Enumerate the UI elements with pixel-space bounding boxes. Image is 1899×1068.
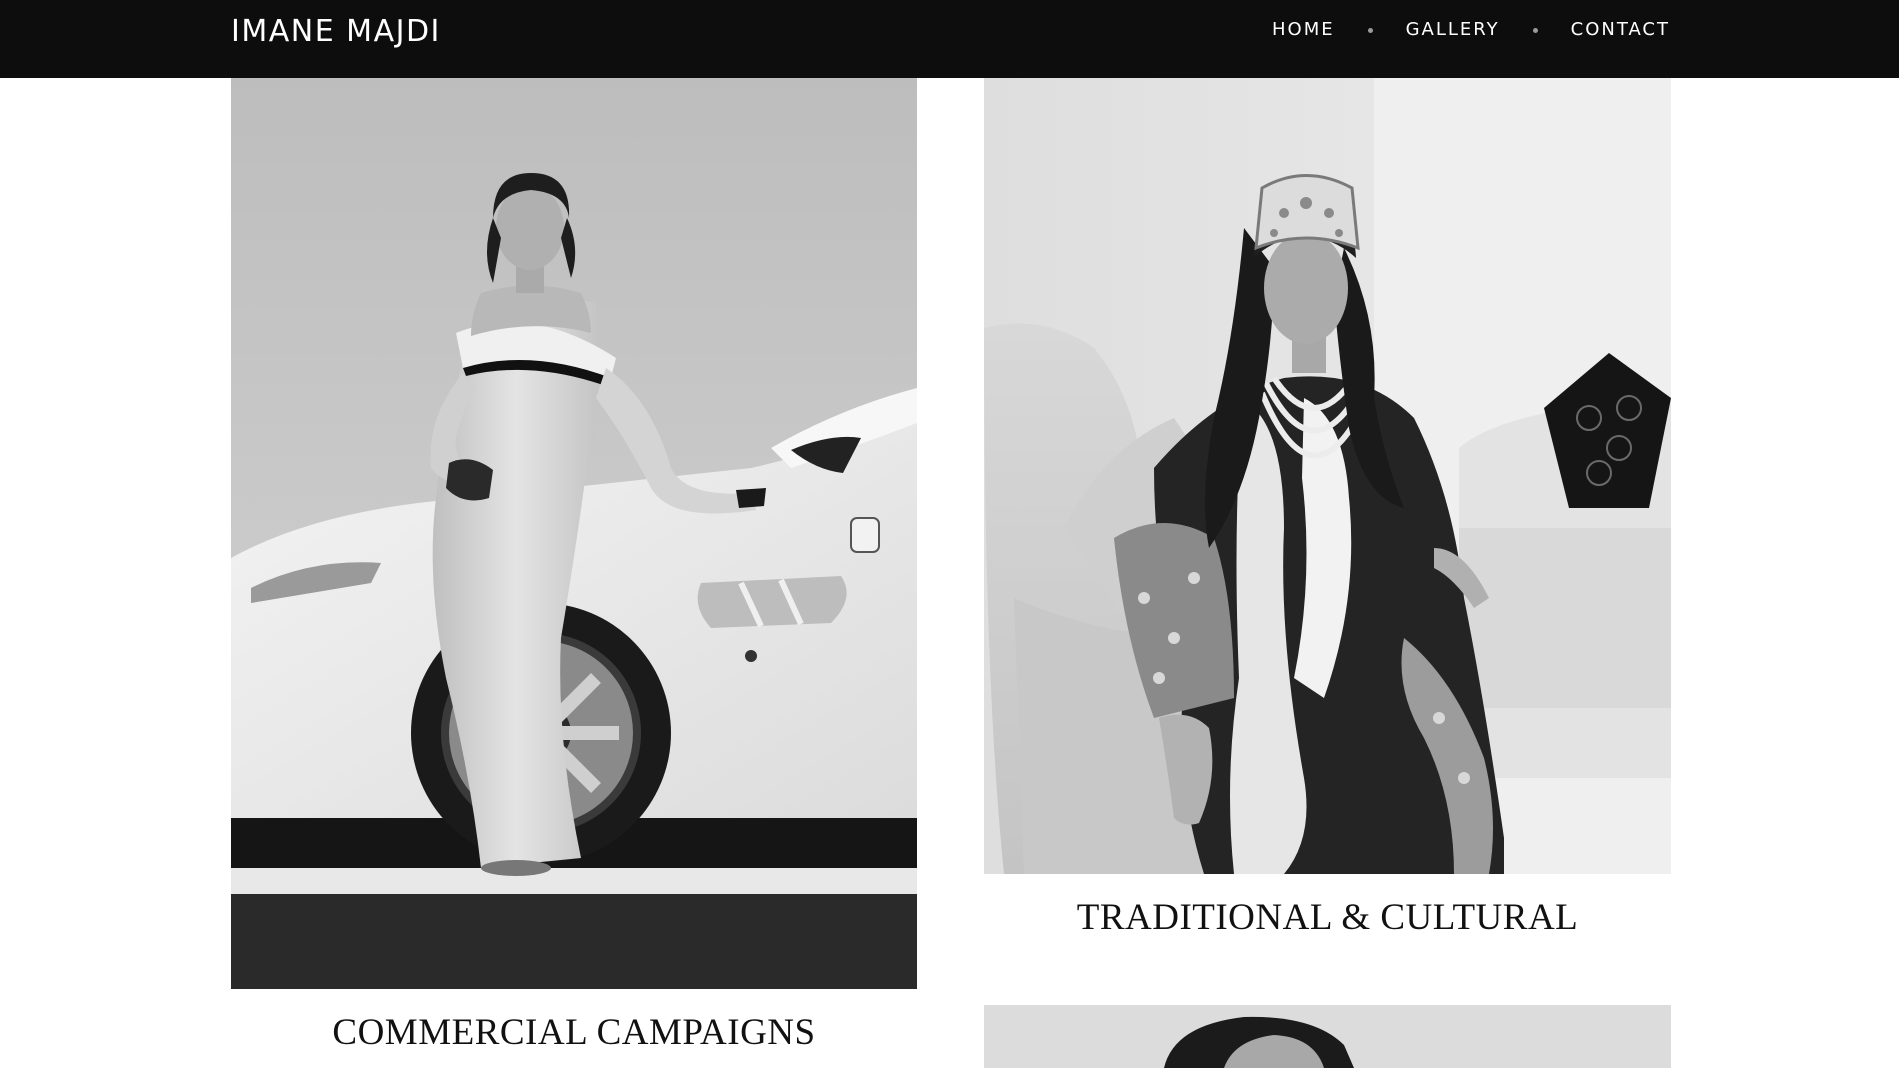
gallery-photo-traditional[interactable] [984,78,1671,874]
commercial-photo-image [231,78,917,989]
gallery-caption-traditional[interactable]: TRADITIONAL & CULTURAL [984,897,1671,939]
nav-separator-dot [1367,27,1373,33]
site-header: IMANE MAJDI HOME GALLERY CONTACT [0,0,1899,78]
site-logo-text[interactable]: IMANE MAJDI [231,12,441,52]
main-nav: HOME GALLERY CONTACT [1272,17,1670,43]
partial-photo-image [984,1005,1671,1068]
nav-link-contact[interactable]: CONTACT [1571,17,1670,43]
gallery-caption-commercial[interactable]: COMMERCIAL CAMPAIGNS [231,1012,917,1054]
nav-link-home[interactable]: HOME [1272,17,1335,43]
gallery-photo-commercial[interactable] [231,78,917,989]
nav-separator-dot [1532,27,1538,33]
traditional-photo-image [984,78,1671,874]
nav-link-gallery[interactable]: GALLERY [1406,17,1500,43]
gallery-photo-partial[interactable] [984,1005,1671,1068]
